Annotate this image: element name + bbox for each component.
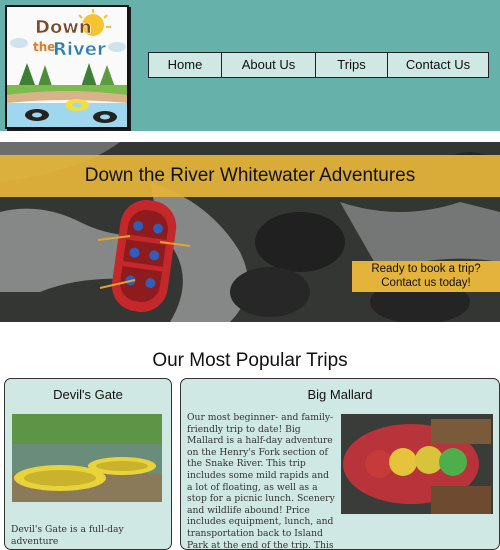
site-header: Down the River Home About Us Trips Conta… bbox=[0, 0, 500, 131]
book-trip-callout[interactable]: Ready to book a trip? Contact us today! bbox=[352, 261, 500, 292]
cta-line-1: Ready to book a trip? bbox=[371, 263, 481, 275]
logo-illustration: Down the River bbox=[7, 9, 127, 127]
site-logo[interactable]: Down the River bbox=[5, 5, 129, 129]
nav-trips[interactable]: Trips bbox=[315, 52, 388, 78]
trip-description: Our most beginner- and family-friendly t… bbox=[187, 412, 335, 550]
trip-photo bbox=[341, 414, 493, 514]
main-nav: Home About Us Trips Contact Us bbox=[148, 52, 489, 78]
trip-description: Devil's Gate is a full-day adventure bbox=[11, 524, 124, 547]
hero-title: Down the River Whitewater Adventures bbox=[84, 165, 416, 186]
cta-line-2: Contact us today! bbox=[381, 277, 471, 289]
logo-word-river: River bbox=[53, 39, 106, 60]
trip-card-big-mallard[interactable]: Big Mallard Our most beginner- and famil… bbox=[180, 378, 500, 550]
header-divider bbox=[0, 131, 500, 142]
nav-home[interactable]: Home bbox=[148, 52, 222, 78]
nav-contact-us[interactable]: Contact Us bbox=[387, 52, 489, 78]
trip-title: Big Mallard bbox=[307, 387, 373, 402]
trip-title: Devil's Gate bbox=[53, 387, 123, 402]
trip-card-devils-gate[interactable]: Devil's Gate Devil's Gate is a full-day … bbox=[4, 378, 172, 550]
nav-about-us[interactable]: About Us bbox=[221, 52, 316, 78]
popular-trips-heading: Our Most Popular Trips bbox=[152, 350, 348, 371]
trip-photo bbox=[12, 414, 162, 502]
logo-word-down: Down bbox=[35, 17, 92, 38]
hero-banner: Down the River Whitewater Adventures Rea… bbox=[0, 142, 500, 322]
